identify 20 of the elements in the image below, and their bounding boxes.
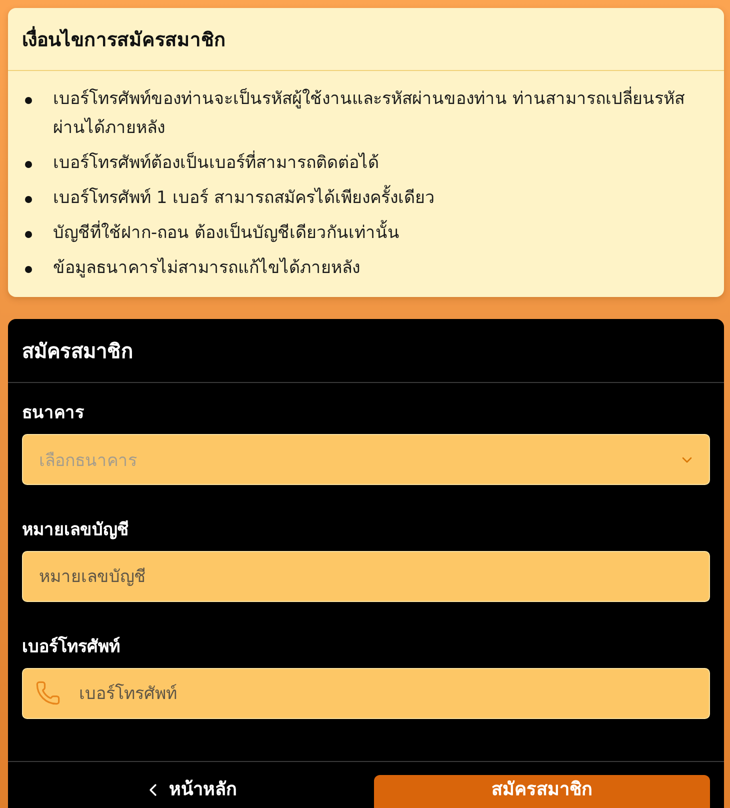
phone-input[interactable]: เบอร์โทรศัพท์: [22, 668, 710, 719]
field-label: ธนาคาร: [22, 402, 85, 425]
field-label: เบอร์โทรศัพท์: [22, 635, 121, 659]
terms-text: เบอร์โทรศัพท์ 1 เบอร์ สามารถสมัครได้เพียงครั้งเดียว: [53, 184, 436, 213]
bullet-icon: [25, 196, 32, 203]
account-number-input[interactable]: หมายเลขบัญชี: [22, 551, 710, 602]
terms-text: ข้อมูลธนาคารไม่สามารถแก้ไขได้ภายหลัง: [53, 256, 360, 280]
bullet-icon: [25, 231, 32, 238]
terms-text: บัญชีที่ใช้ฝาก-ถอน ต้องเป็นบัญชีเดียวกันเท่านั้น: [53, 219, 400, 248]
form-title: สมัครสมาชิก: [22, 338, 133, 364]
bullet-icon: [25, 266, 32, 273]
bullet-icon: [25, 97, 32, 104]
terms-text: เบอร์โทรศัพท์ต้องเป็นเบอร์ที่สามารถติดต่อได้: [53, 149, 379, 178]
register-button[interactable]: สมัครสมาชิก: [374, 775, 710, 808]
terms-text: เบอร์โทรศัพท์ของท่านจะเป็นรหัสผู้ใช้งานและรหัสผ่านของท่าน ท่านสามารถเปลี่ยนรหัสผ่านได้ภายหลัง: [53, 85, 710, 143]
bullet-icon: [25, 161, 32, 168]
phone-icon: [35, 680, 61, 706]
terms-title: เงื่อนไขการสมัครสมาชิก: [22, 24, 226, 54]
field-label: หมายเลขบัญชี: [22, 519, 130, 542]
home-button[interactable]: หน้าหลัก: [22, 775, 358, 808]
